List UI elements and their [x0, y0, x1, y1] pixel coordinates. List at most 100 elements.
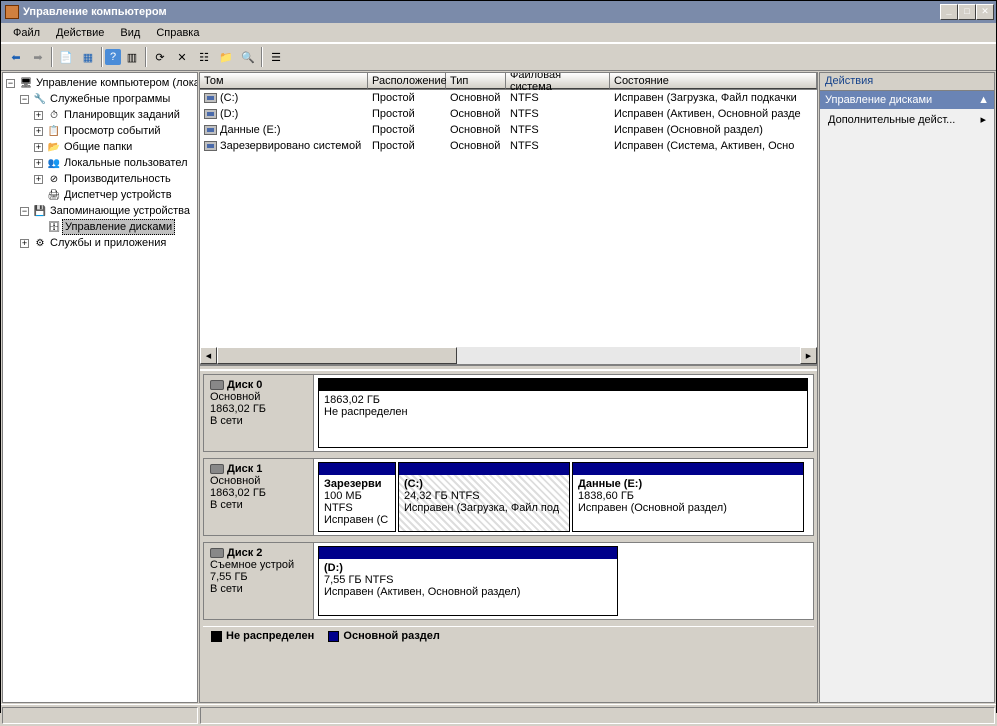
volume-label: (D:)	[324, 562, 343, 574]
scroll-thumb[interactable]	[217, 347, 457, 364]
properties-button[interactable]: ▦	[77, 46, 99, 68]
title-bar: Управление компьютером _ □ ✕	[1, 1, 996, 23]
disk-header: Диск 1Основной1863,02 ГБВ сети	[204, 459, 314, 535]
volume-colorbar	[573, 463, 803, 475]
horizontal-scrollbar[interactable]: ◀ ▶	[200, 347, 817, 364]
tree-services[interactable]: Службы и приложения	[48, 236, 168, 250]
scroll-left-button[interactable]: ◀	[200, 347, 217, 364]
volume-icon	[204, 125, 217, 135]
tree-storage[interactable]: Запоминающие устройства	[48, 204, 192, 218]
volume-icon	[204, 93, 217, 103]
tree-toggle[interactable]: +	[20, 239, 29, 248]
volume-block[interactable]: (D:)7,55 ГБ NTFSИсправен (Активен, Основ…	[318, 546, 618, 616]
tree-sharedfolders[interactable]: Общие папки	[62, 140, 134, 154]
tree-scheduler[interactable]: Планировщик заданий	[62, 108, 182, 122]
tree-toggle[interactable]: +	[34, 159, 43, 168]
grid-button[interactable]: ▥	[121, 46, 143, 68]
nav-forward-button[interactable]: ➡	[27, 46, 49, 68]
col-fs[interactable]: Файловая система	[506, 73, 610, 89]
delete-button[interactable]: ✕	[171, 46, 193, 68]
cell-layout: Простой	[368, 124, 446, 136]
up-button[interactable]: 📄	[55, 46, 77, 68]
minimize-button[interactable]: _	[940, 4, 958, 20]
actions-title[interactable]: Управление дисками▲	[820, 91, 994, 109]
volume-block[interactable]: (C:)24,32 ГБ NTFSИсправен (Загрузка, Фай…	[398, 462, 570, 532]
tree-sysutils[interactable]: Служебные программы	[48, 92, 172, 106]
maximize-button[interactable]: □	[958, 4, 976, 20]
disk-state: В сети	[210, 499, 307, 511]
tree-toggle[interactable]: −	[6, 79, 15, 88]
disk-size: 1863,02 ГБ	[210, 487, 307, 499]
tree-toggle[interactable]: +	[34, 175, 43, 184]
list-header: Том Расположение Тип Файловая система Со…	[200, 73, 817, 90]
volume-size: 100 МБ NTFS	[324, 490, 362, 514]
disk-name: Диск 1	[227, 463, 262, 475]
cell-layout: Простой	[368, 140, 446, 152]
disk-kind: Основной	[210, 391, 307, 403]
toolbar-divider	[51, 47, 53, 67]
extra-button[interactable]: ☰	[265, 46, 287, 68]
collapse-up-icon[interactable]: ▲	[978, 94, 989, 106]
tree-eventviewer[interactable]: Просмотр событий	[62, 124, 163, 138]
col-volume[interactable]: Том	[200, 73, 368, 89]
tree-devicemgr[interactable]: Диспетчер устройств	[62, 188, 174, 202]
volume-list[interactable]: Том Расположение Тип Файловая система Со…	[200, 73, 817, 365]
menu-help[interactable]: Справка	[148, 25, 207, 41]
refresh-button[interactable]: ⟳	[149, 46, 171, 68]
tools-icon: 🔧	[32, 91, 48, 107]
eventlog-icon: 📋	[46, 123, 62, 139]
scroll-right-button[interactable]: ▶	[800, 347, 817, 364]
volume-block[interactable]: 1863,02 ГБНе распределен	[318, 378, 808, 448]
cell-volume: Зарезервировано системой	[220, 140, 361, 152]
close-button[interactable]: ✕	[976, 4, 994, 20]
table-row[interactable]: Данные (E:)ПростойОсновнойNTFSИсправен (…	[200, 122, 817, 138]
cell-type: Основной	[446, 140, 506, 152]
sharedfolder-icon: 📂	[46, 139, 62, 155]
tree-toggle[interactable]: −	[20, 95, 29, 104]
navigation-tree[interactable]: −🖥Управление компьютером (лока −🔧Служебн…	[2, 72, 198, 703]
menu-action[interactable]: Действие	[48, 25, 112, 41]
menu-view[interactable]: Вид	[112, 25, 148, 41]
tree-root[interactable]: Управление компьютером (лока	[34, 76, 198, 90]
disk-graphical-view: Диск 0Основной 1863,02 ГБВ сети 1863,02 ГБ…	[200, 370, 817, 702]
col-layout[interactable]: Расположение	[368, 73, 446, 89]
col-status[interactable]: Состояние	[610, 73, 817, 89]
menu-file[interactable]: Файл	[5, 25, 48, 41]
volume-label: Данные (E:)	[578, 478, 642, 490]
nav-back-button[interactable]: ⬅	[5, 46, 27, 68]
tree-toggle[interactable]: +	[34, 143, 43, 152]
cell-fs: NTFS	[506, 92, 610, 104]
disk-name: Диск 2	[227, 547, 262, 559]
toolbar: ⬅ ➡ 📄 ▦ ? ▥ ⟳ ✕ ☷ 📁 🔍 ☰	[1, 43, 996, 71]
folder-button[interactable]: 📁	[215, 46, 237, 68]
disk-row[interactable]: Диск 0Основной1863,02 ГБВ сети1863,02 ГБ…	[203, 374, 814, 452]
tree-diskmgmt[interactable]: Управление дисками	[62, 219, 175, 235]
tree-toggle[interactable]: +	[34, 127, 43, 136]
cell-status: Исправен (Основной раздел)	[610, 124, 817, 136]
actions-more[interactable]: Дополнительные дейст... ▸	[820, 109, 994, 130]
col-type[interactable]: Тип	[446, 73, 506, 89]
table-row[interactable]: (D:)ПростойОсновнойNTFSИсправен (Активен…	[200, 106, 817, 122]
volume-block[interactable]: Зарезерви100 МБ NTFSИсправен (С	[318, 462, 396, 532]
chevron-right-icon: ▸	[980, 113, 986, 126]
disk-row[interactable]: Диск 2Съемное устрой7,55 ГБВ сети(D:)7,5…	[203, 542, 814, 620]
legend: Не распределен Основной раздел	[203, 626, 814, 645]
disk-icon	[210, 464, 224, 474]
table-row[interactable]: Зарезервировано системойПростойОсновнойN…	[200, 138, 817, 154]
disk-row[interactable]: Диск 1Основной1863,02 ГБВ сетиЗарезерви1…	[203, 458, 814, 536]
tree-performance[interactable]: Производительность	[62, 172, 173, 186]
help-button[interactable]: ?	[105, 49, 121, 65]
table-row[interactable]: (C:)ПростойОсновнойNTFSИсправен (Загрузк…	[200, 90, 817, 106]
cell-type: Основной	[446, 108, 506, 120]
volume-size: 1838,60 ГБ	[578, 490, 634, 502]
find-button[interactable]: 🔍	[237, 46, 259, 68]
settings-button[interactable]: ☷	[193, 46, 215, 68]
actions-more-text: Дополнительные дейст...	[828, 114, 955, 126]
disk-name: Диск 0	[227, 379, 262, 391]
disk-kind: Съемное устрой	[210, 559, 307, 571]
tree-toggle[interactable]: −	[20, 207, 29, 216]
scroll-track[interactable]	[457, 347, 800, 364]
tree-localusers[interactable]: Локальные пользовател	[62, 156, 190, 170]
tree-toggle[interactable]: +	[34, 111, 43, 120]
volume-block[interactable]: Данные (E:)1838,60 ГБИсправен (Основной …	[572, 462, 804, 532]
